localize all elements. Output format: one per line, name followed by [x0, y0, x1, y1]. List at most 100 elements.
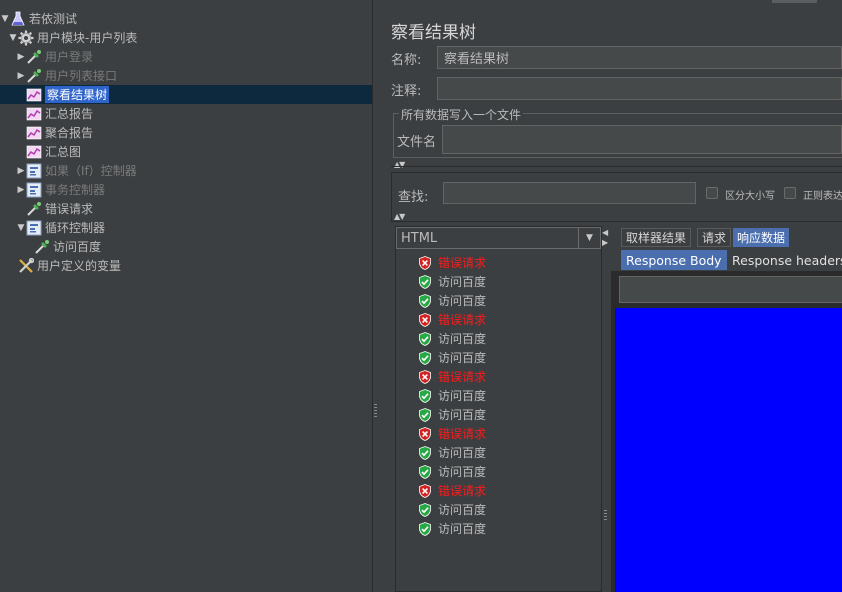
tree-item[interactable]: ▼ 用户模块-用户列表	[0, 28, 372, 47]
tree-item[interactable]: ▶ 用户列表接口	[0, 66, 372, 85]
regex-label: 正则表达	[803, 191, 842, 202]
chevron-down-icon[interactable]: ▼	[578, 228, 600, 248]
collapse-arrows-icon[interactable]: ▲▼	[394, 160, 405, 169]
expanded-arrow-icon[interactable]: ▼	[16, 223, 26, 233]
error-shield-icon	[418, 255, 432, 270]
result-splitter[interactable]: ◀ ▶	[602, 226, 609, 592]
listener-chart-icon	[26, 144, 42, 160]
result-item-label: 错误请求	[438, 256, 487, 270]
renderer-select[interactable]: HTML ▼	[396, 227, 601, 249]
result-item-label: 访问百度	[438, 446, 487, 460]
http-sampler-dropper-icon	[34, 239, 50, 255]
filename-input[interactable]	[442, 125, 842, 154]
collapsed-arrow-icon[interactable]: ▶	[16, 185, 26, 195]
tree-item-label: 用户登录	[45, 50, 94, 64]
search-label: 查找:	[398, 190, 429, 205]
result-list[interactable]: HTML ▼ 错误请求 访问百度 访问百度 错误请求 访问百度 访问百度 错误请求 访问百度访…	[395, 226, 602, 592]
splitter-grip[interactable]	[604, 510, 607, 522]
tree-item[interactable]: 汇总图	[0, 142, 372, 161]
result-item-label: 错误请求	[438, 313, 487, 327]
top-tab-stub	[772, 0, 817, 3]
result-item[interactable]: 访问百度	[418, 291, 486, 310]
tree-item-label: 事务控制器	[45, 183, 106, 197]
response-subtab[interactable]: Response Body	[621, 250, 727, 270]
success-shield-icon	[418, 331, 432, 346]
tree-item[interactable]: 察看结果树	[0, 85, 372, 104]
result-item-label: 访问百度	[438, 294, 487, 308]
tree-item[interactable]: 用户定义的变量	[0, 256, 372, 275]
controller-icon	[26, 182, 42, 198]
collapsed-arrow-icon[interactable]: ▶	[16, 52, 26, 62]
response-subtab[interactable]: Response headers	[727, 250, 842, 270]
tree-item[interactable]: ▼ 循环控制器	[0, 218, 372, 237]
tree-item[interactable]: 错误请求	[0, 199, 372, 218]
expanded-arrow-icon[interactable]: ▼	[8, 33, 18, 43]
success-shield-icon	[418, 388, 432, 403]
filename-label: 文件名	[397, 135, 437, 150]
case-sensitive-checkbox[interactable]	[706, 187, 718, 199]
search-input[interactable]	[443, 182, 696, 204]
tree-item-label: 用户模块-用户列表	[37, 31, 138, 45]
result-item-label: 访问百度	[438, 408, 487, 422]
success-shield-icon	[418, 407, 432, 422]
panel-title: 察看结果树	[391, 23, 476, 43]
collapsed-arrow-icon[interactable]: ▶	[16, 71, 26, 81]
tree-item[interactable]: ▶ 事务控制器	[0, 180, 372, 199]
regex-checkbox[interactable]	[784, 187, 796, 199]
view-results-tree-panel: 察看结果树 名称: 察看结果树 注释: 所有数据写入一个文件 文件名 ▲▼ 查找…	[377, 0, 842, 592]
comment-label: 注释:	[391, 84, 422, 99]
success-shield-icon	[418, 464, 432, 479]
result-item[interactable]: 访问百度	[418, 329, 486, 348]
result-item-label: 错误请求	[438, 484, 487, 498]
name-input[interactable]: 察看结果树	[437, 46, 842, 69]
result-item[interactable]: 访问百度	[418, 500, 486, 519]
result-item[interactable]: 访问百度	[418, 462, 486, 481]
config-tools-icon	[18, 257, 34, 274]
tree-item-label: 聚合报告	[45, 126, 94, 140]
tree-item[interactable]: 聚合报告	[0, 123, 372, 142]
result-item[interactable]: 错误请求	[418, 424, 486, 443]
tree-item[interactable]: ▶ 如果（If）控制器	[0, 161, 372, 180]
collapse-left-icon[interactable]: ◀	[602, 228, 608, 237]
detail-tab[interactable]: 请求	[697, 228, 732, 247]
result-item[interactable]: 访问百度	[418, 272, 486, 291]
response-toolbar	[619, 276, 842, 303]
result-item-label: 访问百度	[438, 465, 487, 479]
tree-item[interactable]: 访问百度	[0, 237, 372, 256]
tree-item-label: 访问百度	[53, 240, 102, 254]
result-item[interactable]: 访问百度	[418, 443, 486, 462]
result-item-label: 访问百度	[438, 351, 487, 365]
listener-chart-icon	[26, 125, 42, 141]
result-item[interactable]: 错误请求	[418, 253, 486, 272]
result-item[interactable]: 访问百度	[418, 348, 486, 367]
result-item[interactable]: 错误请求	[418, 310, 486, 329]
expand-right-icon[interactable]: ▶	[602, 238, 608, 247]
result-item[interactable]: 错误请求	[418, 367, 486, 386]
result-item-label: 错误请求	[438, 427, 487, 441]
result-item[interactable]: 访问百度	[418, 386, 486, 405]
comment-input[interactable]	[437, 77, 842, 100]
response-body-view[interactable]	[615, 308, 842, 592]
result-item[interactable]: 访问百度	[418, 405, 486, 424]
listener-chart-icon	[26, 106, 42, 122]
tree-item-label: 循环控制器	[45, 221, 106, 235]
tree-item-label: 察看结果树	[45, 86, 110, 103]
test-plan-tree[interactable]: ▼ 若依测试 ▼ 用户模块-用户列表 ▶ 用户登录 ▶ 用户列表接口 察看结果树 汇总报告聚合报告…	[0, 0, 372, 592]
error-shield-icon	[418, 312, 432, 327]
tree-item-label: 若依测试	[29, 12, 78, 26]
case-sensitive-label: 区分大小写	[725, 191, 775, 202]
result-item[interactable]: 错误请求	[418, 481, 486, 500]
expanded-arrow-icon[interactable]: ▼	[0, 14, 10, 24]
error-shield-icon	[418, 483, 432, 498]
collapse-arrows-icon[interactable]: ▲▼	[394, 212, 405, 221]
tree-item[interactable]: ▼ 若依测试	[0, 9, 372, 28]
detail-tab[interactable]: 响应数据	[733, 228, 790, 247]
tree-item-label: 错误请求	[45, 202, 94, 216]
success-shield-icon	[418, 274, 432, 289]
tree-item[interactable]: ▶ 用户登录	[0, 47, 372, 66]
tree-item[interactable]: 汇总报告	[0, 104, 372, 123]
collapsed-arrow-icon[interactable]: ▶	[16, 166, 26, 176]
result-item-label: 访问百度	[438, 389, 487, 403]
detail-tab[interactable]: 取样器结果	[621, 228, 692, 247]
result-item[interactable]: 访问百度	[418, 519, 486, 538]
